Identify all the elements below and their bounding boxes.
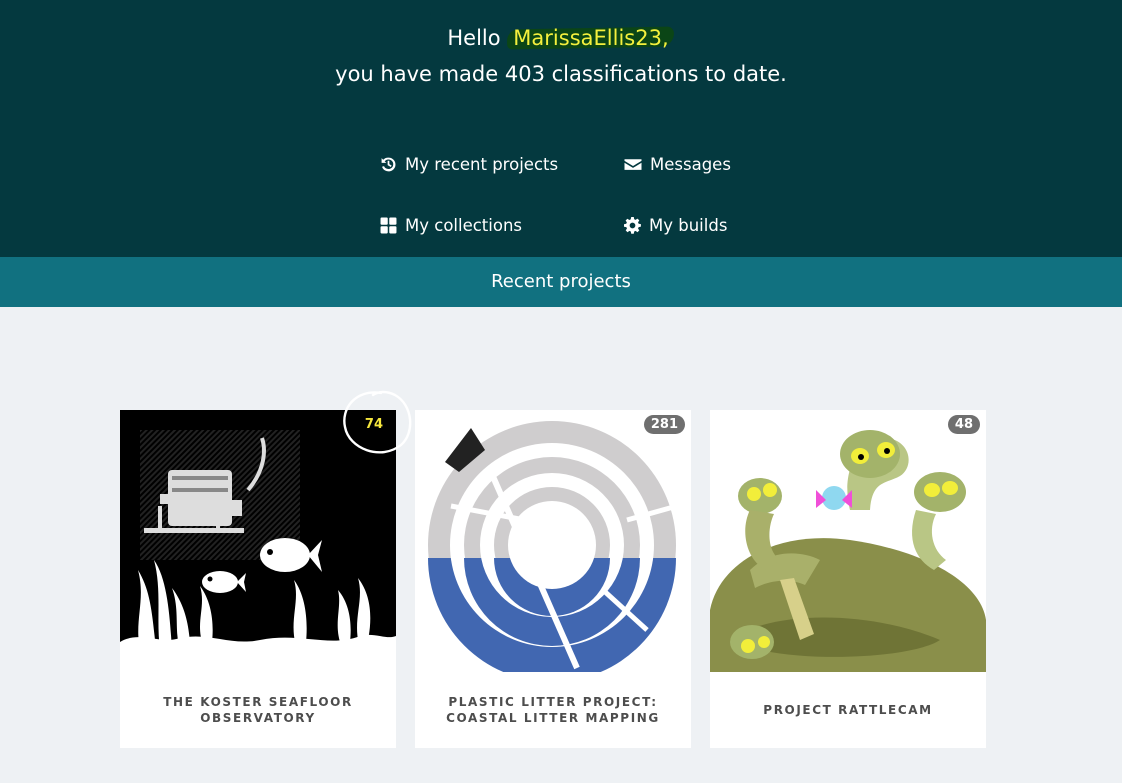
classification-count-badge: 281	[643, 415, 685, 434]
nav-my-collections[interactable]: My collections	[380, 216, 522, 235]
envelope-icon	[624, 159, 642, 170]
project-image-rattlecam: 48	[710, 410, 986, 672]
grid-icon	[380, 217, 397, 234]
gear-icon	[624, 217, 641, 234]
nav-label: My collections	[405, 216, 523, 235]
project-title: PROJECT RATTLECAM	[763, 703, 933, 717]
rattlesnake-illustration	[710, 430, 986, 672]
username: MarissaEllis23,	[507, 26, 674, 50]
project-card-koster[interactable]: 74 THE KOSTER SEAFLOOR OBSERVATORY	[120, 410, 396, 748]
greeting-hello: Hello	[447, 26, 501, 50]
nav-label: My builds	[649, 216, 728, 235]
nav-messages[interactable]: Messages	[624, 155, 731, 174]
nav-my-recent-projects[interactable]: My recent projects	[380, 155, 558, 174]
project-title: PLASTIC LITTER PROJECT: COASTAL LITTER M…	[446, 695, 660, 725]
recent-projects-heading: Recent projects	[491, 271, 631, 292]
project-card-plastic-litter[interactable]: 281 PLASTIC LITTER PROJECT: COASTAL LITT…	[415, 410, 691, 748]
nav-label: Messages	[650, 155, 731, 174]
project-image-plastic-litter: 281	[415, 410, 691, 672]
greeting-line: Hello MarissaEllis23,	[0, 22, 1122, 54]
greeting: Hello MarissaEllis23, you have made 403 …	[0, 22, 1122, 90]
classification-summary: you have made 403 classifications to dat…	[335, 62, 787, 86]
seafloor-illustration	[120, 430, 396, 672]
classification-count-badge: 74	[364, 417, 383, 432]
project-image-koster: 74	[120, 410, 396, 672]
history-icon	[381, 157, 396, 172]
concentric-rings-logo	[428, 421, 678, 672]
project-card-rattlecam[interactable]: 48 PROJECT RATTLECAM	[710, 410, 986, 748]
recent-projects-bar[interactable]: Recent projects	[0, 257, 1122, 307]
nav-label: My recent projects	[405, 155, 559, 174]
hero-banner: Hello MarissaEllis23, you have made 403 …	[0, 0, 1122, 257]
project-title: THE KOSTER SEAFLOOR OBSERVATORY	[163, 695, 353, 725]
classification-count-badge: 48	[947, 415, 980, 434]
nav-my-builds[interactable]: My builds	[624, 216, 727, 235]
